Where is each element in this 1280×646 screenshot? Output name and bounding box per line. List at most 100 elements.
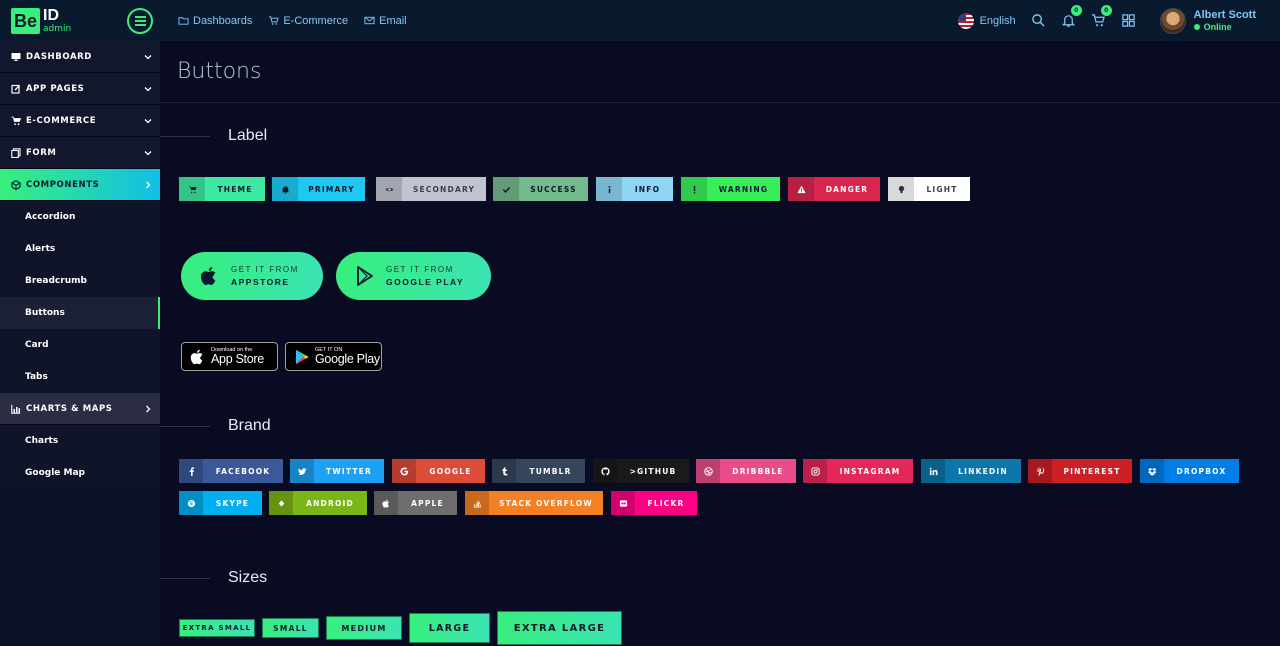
sidebar-subitem-breadcrumb[interactable]: Breadcrumb <box>0 265 160 297</box>
twitter-button[interactable]: TWITTER <box>290 459 384 483</box>
menu-toggle-button[interactable] <box>127 8 153 34</box>
topnav-email[interactable]: Email <box>364 15 407 27</box>
language-selector[interactable]: English <box>980 15 1016 27</box>
google-play-badge[interactable]: GET IT ON Google Play <box>285 342 382 371</box>
google-button[interactable]: GOOGLE <box>392 459 485 483</box>
warning-button-label: WARNING <box>718 184 769 194</box>
sidebar-item-form[interactable]: FORM <box>0 137 160 169</box>
github-button[interactable]: >GITHUB <box>593 459 689 483</box>
top-nav: Dashboards E-Commerce Email <box>178 0 407 41</box>
instagram-button[interactable]: INSTAGRAM <box>803 459 913 483</box>
sidebar-subitem-buttons[interactable]: Buttons <box>0 297 160 329</box>
stack-overflow-button-label: STACK OVERFLOW <box>499 498 593 508</box>
chevron-down-icon <box>144 150 152 155</box>
topnav-ecommerce[interactable]: E-Commerce <box>268 15 348 27</box>
page-title: Buttons <box>177 59 262 84</box>
google-icon <box>392 459 416 483</box>
info-button[interactable]: INFO <box>596 177 673 201</box>
google-play-pill-line1: GET IT FROM <box>386 265 454 274</box>
skype-icon <box>179 491 203 515</box>
extra-small-button[interactable]: EXTRA SMALL <box>179 619 255 637</box>
instagram-button-label: INSTAGRAM <box>839 466 901 476</box>
search-button[interactable] <box>1030 12 1048 30</box>
sidebar-subitem-alerts[interactable]: Alerts <box>0 233 160 265</box>
user-menu[interactable]: Albert Scott Online <box>1194 9 1256 32</box>
sidebar-item-charts-maps[interactable]: CHARTS & MAPS <box>0 393 160 425</box>
sidebar: DASHBOARD APP PAGES E-COMMERCE FORM COMP… <box>0 41 160 646</box>
copy-icon <box>11 147 21 158</box>
sidebar-item-ecommerce[interactable]: E-COMMERCE <box>0 105 160 137</box>
chevron-down-icon <box>144 54 152 59</box>
google-play-badge-line2: Google Play <box>315 352 380 366</box>
warning-button[interactable]: WARNING <box>681 177 780 201</box>
facebook-button[interactable]: FACEBOOK <box>179 459 283 483</box>
theme-button[interactable]: THEME <box>179 177 265 201</box>
cart-badge: 0 <box>1100 4 1112 16</box>
medium-button[interactable]: MEDIUM <box>326 616 402 640</box>
primary-button[interactable]: PRIMARY <box>272 177 365 201</box>
notifications-button[interactable]: 0 <box>1060 4 1082 30</box>
main-content: Buttons Label THEME PRIMARY SECONDARY SU… <box>160 41 1280 646</box>
appstore-pill-line1: GET IT FROM <box>231 265 299 274</box>
stack-overflow-button[interactable]: STACK OVERFLOW <box>465 491 603 515</box>
tumblr-button[interactable]: TUMBLR <box>492 459 585 483</box>
twitter-icon <box>290 459 314 483</box>
sidebar-subitem-google-map[interactable]: Google Map <box>0 457 160 489</box>
app-store-badge[interactable]: Download on the App Store <box>181 342 278 371</box>
user-status: Online <box>1194 22 1256 32</box>
user-name: Albert Scott <box>1193 9 1256 21</box>
flickr-icon <box>611 491 635 515</box>
appstore-pill-button[interactable]: GET IT FROM APPSTORE <box>181 252 323 300</box>
sidebar-subitem-tabs[interactable]: Tabs <box>0 361 160 393</box>
skype-button[interactable]: SKYPE <box>179 491 262 515</box>
linkedin-button[interactable]: LINKEDIN <box>921 459 1021 483</box>
sidebar-item-label: FORM <box>26 147 57 158</box>
chevron-right-icon <box>146 405 151 412</box>
sidebar-item-label: E-COMMERCE <box>26 115 97 126</box>
sidebar-subitem-accordion[interactable]: Accordion <box>0 201 160 233</box>
exclamation-icon <box>681 177 707 201</box>
dropbox-button[interactable]: DROPBOX <box>1140 459 1239 483</box>
sidebar-item-dashboard[interactable]: DASHBOARD <box>0 41 160 73</box>
success-button[interactable]: SUCCESS <box>493 177 588 201</box>
light-button[interactable]: LIGHT <box>888 177 970 201</box>
logo-be: Be <box>11 7 41 34</box>
dribbble-button[interactable]: DRIBBBLE <box>696 459 796 483</box>
extra-large-button[interactable]: EXTRA LARGE <box>497 611 622 645</box>
chevron-down-icon <box>144 86 152 91</box>
pinterest-button-label: PINTEREST <box>1063 466 1121 476</box>
us-flag-icon[interactable] <box>957 12 974 29</box>
small-button[interactable]: SMALL <box>262 618 319 638</box>
bell-icon <box>272 177 298 201</box>
google-play-pill-line2: GOOGLE PLAY <box>386 277 465 287</box>
cart-button[interactable]: 0 <box>1090 4 1112 30</box>
google-play-pill-button[interactable]: GET IT FROM GOOGLE PLAY <box>336 252 491 300</box>
twitter-button-label: TWITTER <box>326 466 372 476</box>
google-button-label: GOOGLE <box>429 466 472 476</box>
sidebar-item-app-pages[interactable]: APP PAGES <box>0 73 160 105</box>
apps-button[interactable] <box>1120 12 1138 30</box>
apple-button[interactable]: APPLE <box>374 491 457 515</box>
flickr-button[interactable]: FLICKR <box>611 491 697 515</box>
danger-button[interactable]: DANGER <box>788 177 880 201</box>
chart-icon <box>11 404 21 414</box>
dribbble-button-label: DRIBBBLE <box>732 466 784 476</box>
avatar[interactable] <box>1159 7 1186 34</box>
instagram-icon <box>803 459 827 483</box>
large-button[interactable]: LARGE <box>409 613 490 643</box>
logo[interactable]: Be ID admin <box>11 7 111 34</box>
search-icon <box>1032 14 1045 27</box>
sidebar-subitem-charts[interactable]: Charts <box>0 425 160 457</box>
grid-icon <box>1122 14 1135 27</box>
pinterest-button[interactable]: PINTEREST <box>1028 459 1132 483</box>
android-button-label: ANDROID <box>306 498 354 508</box>
linkedin-button-label: LINKEDIN <box>958 466 1008 476</box>
secondary-button[interactable]: SECONDARY <box>376 177 486 201</box>
android-button[interactable]: ANDROID <box>269 491 367 515</box>
topnav-dashboards[interactable]: Dashboards <box>178 15 252 27</box>
monitor-icon <box>11 52 21 61</box>
light-button-label: LIGHT <box>926 184 958 194</box>
sidebar-item-components[interactable]: COMPONENTS <box>0 169 160 201</box>
sidebar-item-label: COMPONENTS <box>26 179 100 190</box>
sidebar-subitem-card[interactable]: Card <box>0 329 160 361</box>
